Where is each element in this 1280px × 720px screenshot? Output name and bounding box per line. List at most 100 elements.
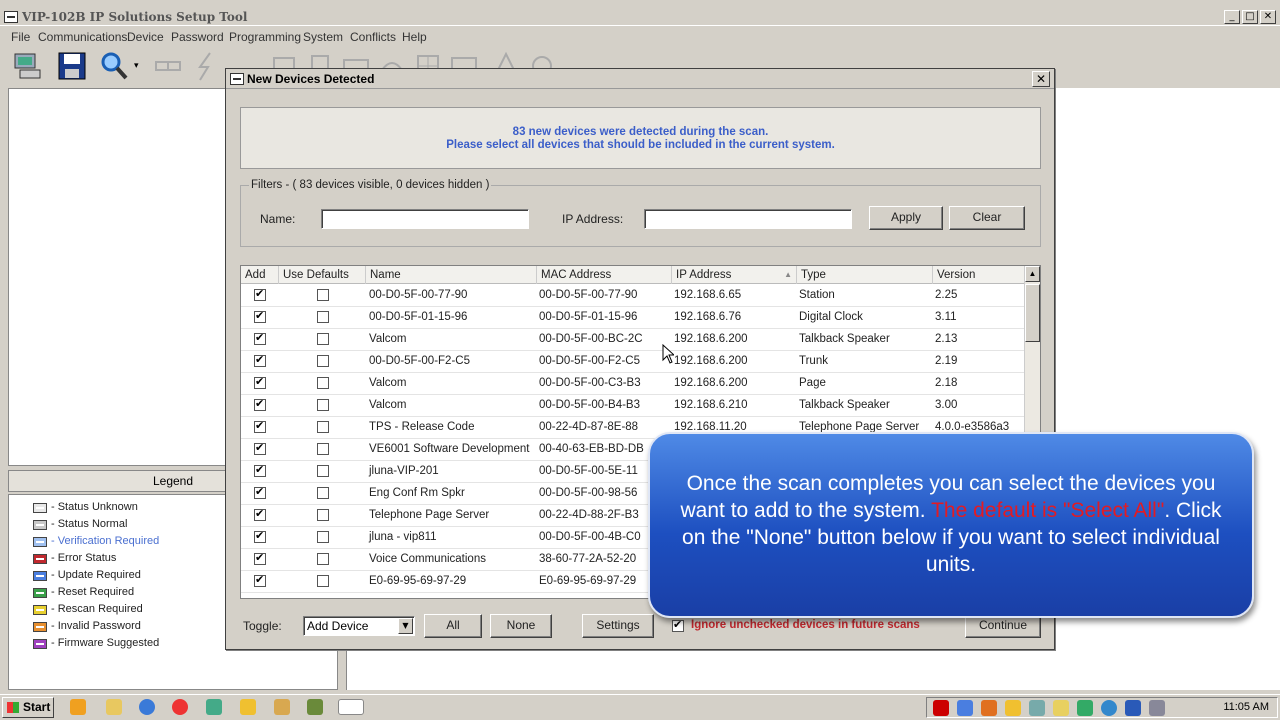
add-checkbox[interactable] <box>254 419 266 433</box>
folder-app-icon[interactable] <box>274 699 290 715</box>
col-ip[interactable]: IP Address ▲ <box>672 266 797 284</box>
add-checkbox[interactable] <box>254 463 266 477</box>
filters-group: Filters - ( 83 devices visible, 0 device… <box>240 179 1041 247</box>
maximize-button[interactable]: □ <box>1242 10 1258 24</box>
tray-outlook-icon[interactable] <box>1005 700 1021 716</box>
tray-sync-icon[interactable] <box>1077 700 1093 716</box>
tray-tool-icon[interactable] <box>981 700 997 716</box>
menu-file[interactable]: File <box>11 30 30 44</box>
save-icon[interactable] <box>56 50 88 82</box>
network-icon[interactable] <box>206 699 222 715</box>
use-defaults-checkbox[interactable] <box>317 377 329 389</box>
tray-network-icon[interactable] <box>1101 700 1117 716</box>
use-defaults-checkbox[interactable] <box>317 575 329 587</box>
clear-button[interactable]: Clear <box>949 206 1025 230</box>
legend-swatch-icon <box>33 537 47 547</box>
add-checkbox[interactable] <box>254 397 266 411</box>
use-defaults-checkbox[interactable] <box>317 355 329 367</box>
use-defaults-checkbox[interactable] <box>317 311 329 323</box>
ignore-unchecked-checkbox[interactable] <box>672 618 684 632</box>
add-checkbox[interactable] <box>254 551 266 565</box>
toggle-label: Toggle: <box>243 619 282 633</box>
apply-button[interactable]: Apply <box>869 206 943 230</box>
all-button[interactable]: All <box>424 614 482 638</box>
mail-icon[interactable] <box>1053 700 1069 716</box>
use-defaults-checkbox[interactable] <box>317 487 329 499</box>
table-row[interactable]: 00-D0-5F-00-F2-C5 00-D0-5F-00-F2-C5 192.16… <box>241 351 1025 373</box>
col-name[interactable]: Name <box>366 266 537 284</box>
outlook-icon[interactable] <box>240 699 256 715</box>
start-button[interactable]: Start <box>2 697 54 718</box>
setup-tool-task-icon[interactable] <box>338 699 364 715</box>
ip-filter-label: IP Address: <box>562 212 624 226</box>
toggle-select[interactable]: Add Device ▼ <box>303 616 415 636</box>
volume-icon[interactable] <box>1149 700 1165 716</box>
use-defaults-checkbox[interactable] <box>317 399 329 411</box>
settings-button[interactable]: Settings <box>582 614 654 638</box>
table-row[interactable]: 00-D0-5F-00-77-90 00-D0-5F-00-77-90 192.16… <box>241 285 1025 307</box>
menu-system[interactable]: System <box>303 30 343 44</box>
chrome-icon[interactable] <box>172 699 188 715</box>
add-checkbox[interactable] <box>254 573 266 587</box>
use-defaults-checkbox[interactable] <box>317 553 329 565</box>
menu-password[interactable]: Password <box>171 30 224 44</box>
use-defaults-checkbox[interactable] <box>317 509 329 521</box>
add-checkbox[interactable] <box>254 507 266 521</box>
ip-filter-input[interactable] <box>644 209 852 229</box>
ignore-unchecked-label[interactable]: Ignore unchecked devices in future scans <box>691 619 920 631</box>
col-version[interactable]: Version <box>933 266 1025 284</box>
table-row[interactable]: 00-D0-5F-01-15-96 00-D0-5F-01-15-96 192.16… <box>241 307 1025 329</box>
minimize-button[interactable]: _ <box>1224 10 1240 24</box>
table-row[interactable]: Valcom 00-D0-5F-00-BC-2C 192.168.6.200 Talk… <box>241 329 1025 351</box>
internet-explorer-icon[interactable] <box>139 699 155 715</box>
use-defaults-checkbox[interactable] <box>317 333 329 345</box>
name-filter-label: Name: <box>260 212 296 226</box>
tray-gear-icon[interactable] <box>957 700 973 716</box>
chevron-down-icon[interactable]: ▼ <box>398 618 413 634</box>
dialog-close-button[interactable]: ✕ <box>1032 71 1050 87</box>
use-defaults-checkbox[interactable] <box>317 289 329 301</box>
table-row[interactable]: Valcom 00-D0-5F-00-C3-B3 192.168.6.200 Page… <box>241 373 1025 395</box>
add-checkbox[interactable] <box>254 287 266 301</box>
menu-communications[interactable]: Communications <box>38 30 127 44</box>
col-type[interactable]: Type <box>797 266 933 284</box>
menu-conflicts[interactable]: Conflicts <box>350 30 396 44</box>
menu-programming[interactable]: Programming <box>229 30 301 44</box>
use-defaults-checkbox[interactable] <box>317 421 329 433</box>
legend-swatch-icon <box>33 520 47 530</box>
table-row[interactable]: Valcom 00-D0-5F-00-B4-B3 192.168.6.210 Talk… <box>241 395 1025 417</box>
add-checkbox[interactable] <box>254 375 266 389</box>
add-checkbox[interactable] <box>254 353 266 367</box>
terminal-icon[interactable] <box>307 699 323 715</box>
app-title: VIP-102B IP Solutions Setup Tool <box>22 10 248 24</box>
menu-device[interactable]: Device <box>127 30 164 44</box>
close-window-button[interactable]: ✕ <box>1260 10 1276 24</box>
none-button[interactable]: None <box>490 614 552 638</box>
tray-clipboard-icon[interactable] <box>1029 700 1045 716</box>
use-defaults-checkbox[interactable] <box>317 465 329 477</box>
add-checkbox[interactable] <box>254 529 266 543</box>
menu-help[interactable]: Help <box>402 30 427 44</box>
col-use-defaults[interactable]: Use Defaults <box>279 266 366 284</box>
col-add[interactable]: Add <box>241 266 279 284</box>
acrobat-icon[interactable] <box>933 700 949 716</box>
sort-asc-icon: ▲ <box>784 270 792 279</box>
app-menu-icon[interactable] <box>4 11 18 23</box>
explorer-icon[interactable] <box>106 699 122 715</box>
scroll-up-icon[interactable]: ▲ <box>1025 266 1040 282</box>
antivirus-icon[interactable] <box>1125 700 1141 716</box>
col-ip-label: IP Address <box>676 269 732 281</box>
media-player-icon[interactable] <box>70 699 86 715</box>
search-devices-icon[interactable] <box>98 50 130 82</box>
add-checkbox[interactable] <box>254 485 266 499</box>
name-filter-input[interactable] <box>321 209 529 229</box>
add-checkbox[interactable] <box>254 441 266 455</box>
col-mac[interactable]: MAC Address <box>537 266 672 284</box>
use-defaults-checkbox[interactable] <box>317 443 329 455</box>
use-defaults-checkbox[interactable] <box>317 531 329 543</box>
add-checkbox[interactable] <box>254 309 266 323</box>
scroll-thumb[interactable] <box>1025 284 1040 342</box>
computer-scan-icon[interactable] <box>12 50 44 82</box>
version-cell: 2.25 <box>935 289 958 301</box>
add-checkbox[interactable] <box>254 331 266 345</box>
